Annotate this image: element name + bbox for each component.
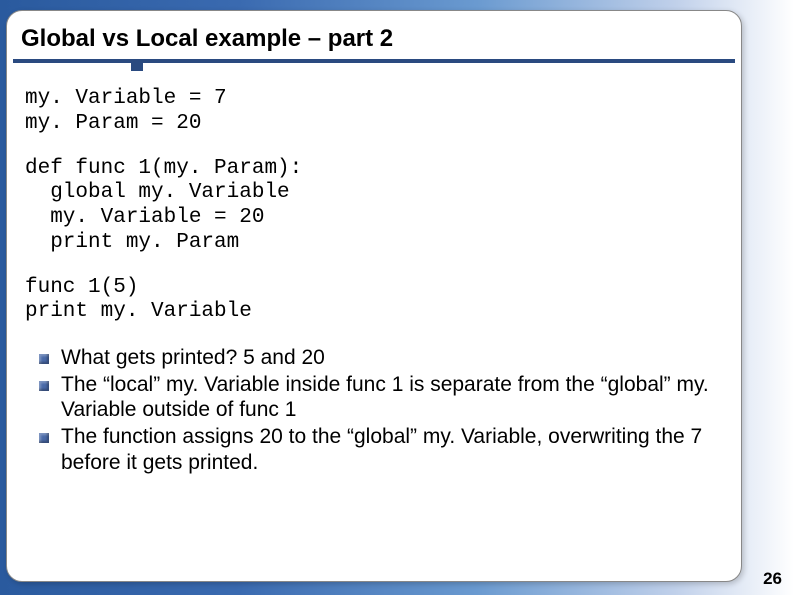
code-block-3: func 1(5) print my. Variable [25,276,723,326]
list-item: What gets printed? 5 and 20 [39,345,723,371]
list-item: The “local” my. Variable inside func 1 i… [39,372,723,423]
slide-card: Global vs Local example – part 2 my. Var… [6,10,742,582]
list-item: The function assigns 20 to the “global” … [39,424,723,475]
code-block-1: my. Variable = 7 my. Param = 20 [25,87,723,137]
title-area: Global vs Local example – part 2 [13,11,735,63]
code-block-2: def func 1(my. Param): global my. Variab… [25,157,723,256]
title-accent-square [131,59,143,71]
page-number: 26 [763,569,782,589]
bullet-list: What gets printed? 5 and 20 The “local” … [25,345,723,475]
slide-title: Global vs Local example – part 2 [21,25,717,53]
slide-content: my. Variable = 7 my. Param = 20 def func… [7,63,741,486]
